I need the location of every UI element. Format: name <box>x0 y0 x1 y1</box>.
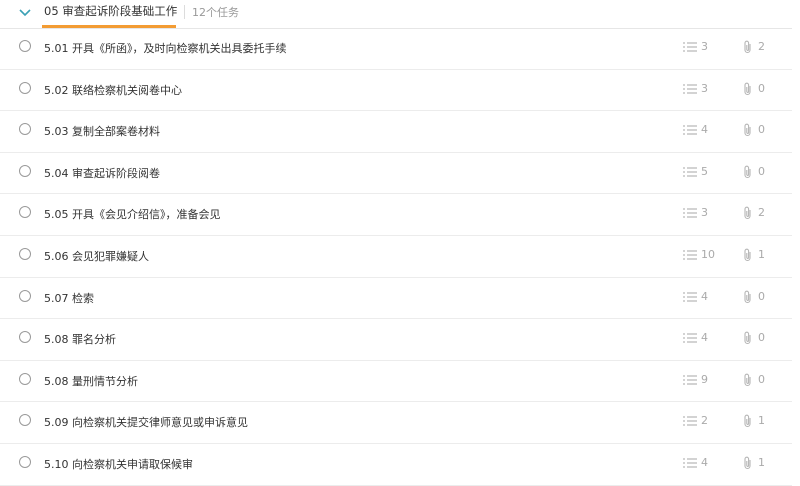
attachment-count: 1 <box>758 455 765 469</box>
task-row[interactable]: 5.05 开具《会见介绍信》，准备会见 3 2 <box>0 194 792 236</box>
subtask-list-icon <box>683 125 697 135</box>
task-checkbox[interactable] <box>19 40 31 52</box>
subtask-list-icon <box>683 458 697 468</box>
task-checkbox[interactable] <box>19 331 31 344</box>
subtask-list-icon <box>683 333 697 343</box>
subtask-list-icon <box>683 250 697 260</box>
task-label: 5.05 开具《会见介绍信》，准备会见 <box>44 208 221 222</box>
divider <box>184 5 185 19</box>
task-checkbox[interactable] <box>19 81 31 94</box>
paperclip-icon <box>744 331 751 345</box>
subtask-count: 4 <box>701 455 708 469</box>
task-label: 5.08 量刑情节分析 <box>44 374 138 388</box>
task-count: 12个任务 <box>192 6 239 19</box>
attachment-count: 1 <box>758 247 765 261</box>
attachment-count: 1 <box>758 414 765 428</box>
attachment-count: 2 <box>758 40 765 53</box>
subtask-count: 4 <box>701 123 708 137</box>
subtask-count: 5 <box>701 164 708 178</box>
subtask-list-icon <box>683 42 697 52</box>
task-label: 5.01 开具《所函》，及时向检察机关出具委托手续 <box>44 42 287 55</box>
paperclip-icon <box>744 82 751 95</box>
attachment-count: 2 <box>758 206 765 220</box>
task-checkbox[interactable] <box>19 123 31 136</box>
paperclip-icon <box>744 40 751 54</box>
task-checkbox[interactable] <box>19 372 31 385</box>
subtask-list-icon <box>683 167 697 177</box>
attachment-count: 0 <box>758 372 765 386</box>
subtask-count: 9 <box>701 372 708 386</box>
task-row[interactable]: 5.06 会见犯罪嫌疑人 10 1 <box>0 236 792 278</box>
subtask-count: 4 <box>701 289 708 303</box>
subtask-list-icon <box>683 416 697 426</box>
paperclip-icon <box>744 123 751 137</box>
task-row[interactable]: 5.04 审查起诉阶段阅卷 5 0 <box>0 153 792 195</box>
attachment-count: 0 <box>758 81 765 95</box>
task-label: 5.09 向检察机关提交律师意见或申诉意见 <box>44 416 248 430</box>
task-list: 5.01 开具《所函》，及时向检察机关出具委托手续 3 2 5.02 联络检察机关阅卷… <box>0 28 792 486</box>
task-row[interactable]: 5.02 联络检察机关阅卷中心 3 0 <box>0 70 792 112</box>
subtask-count: 3 <box>701 40 708 53</box>
attachment-count: 0 <box>758 123 765 137</box>
group-title[interactable]: 05 审查起诉阶段基础工作 <box>44 3 177 19</box>
attachment-count: 0 <box>758 331 765 345</box>
subtask-count: 2 <box>701 414 708 428</box>
paperclip-icon <box>744 415 751 428</box>
task-label: 5.07 检索 <box>44 291 94 305</box>
paperclip-icon <box>744 290 751 303</box>
task-checkbox[interactable] <box>19 164 31 177</box>
attachment-count: 0 <box>758 289 765 303</box>
paperclip-icon <box>744 373 751 386</box>
chevron-down-icon[interactable] <box>18 6 32 20</box>
task-row[interactable]: 5.07 检索 4 0 <box>0 278 792 320</box>
subtask-list-icon <box>683 375 697 385</box>
task-label: 5.06 会见犯罪嫌疑人 <box>44 249 149 263</box>
paperclip-icon <box>744 456 751 469</box>
task-row[interactable]: 5.01 开具《所函》，及时向检察机关出具委托手续 3 2 <box>0 28 792 70</box>
subtask-list-icon <box>683 208 697 218</box>
task-row[interactable]: 5.08 罪名分析 4 0 <box>0 319 792 361</box>
task-checkbox[interactable] <box>19 414 31 427</box>
task-label: 5.08 罪名分析 <box>44 333 116 347</box>
task-label: 5.02 联络检察机关阅卷中心 <box>44 83 182 97</box>
task-checkbox[interactable] <box>19 206 31 219</box>
subtask-list-icon <box>683 83 697 94</box>
task-label: 5.04 审查起诉阶段阅卷 <box>44 166 160 180</box>
task-label: 5.10 向检察机关申请取保候审 <box>44 457 193 471</box>
paperclip-icon <box>744 165 751 178</box>
task-checkbox[interactable] <box>19 455 31 468</box>
paperclip-icon <box>744 248 751 262</box>
task-checkbox[interactable] <box>19 247 31 260</box>
attachment-count: 0 <box>758 164 765 178</box>
subtask-count: 4 <box>701 331 708 345</box>
subtask-count: 10 <box>701 247 715 261</box>
paperclip-icon <box>744 207 751 220</box>
task-row[interactable]: 5.08 量刑情节分析 9 0 <box>0 361 792 403</box>
subtask-count: 3 <box>701 206 708 220</box>
task-row[interactable]: 5.09 向检察机关提交律师意见或申诉意见 2 1 <box>0 402 792 444</box>
task-label: 5.03 复制全部案卷材料 <box>44 125 160 139</box>
task-checkbox[interactable] <box>19 289 31 302</box>
subtask-list-icon <box>683 291 697 302</box>
task-row[interactable]: 5.03 复制全部案卷材料 4 0 <box>0 111 792 153</box>
subtask-count: 3 <box>701 81 708 95</box>
task-row[interactable]: 5.10 向检察机关申请取保候审 4 1 <box>0 444 792 486</box>
group-header: 05 审查起诉阶段基础工作 12个任务 <box>0 0 792 29</box>
